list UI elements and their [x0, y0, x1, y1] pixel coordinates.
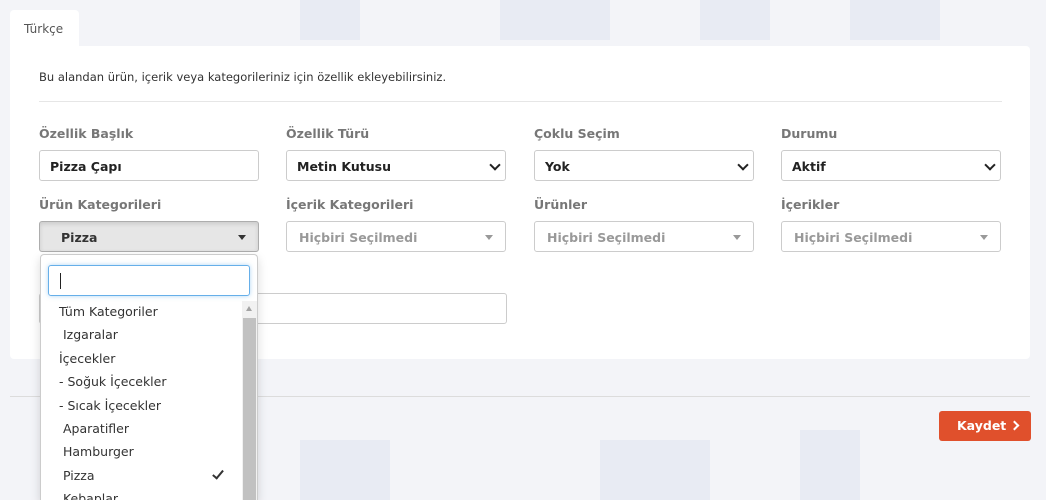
scroll-up-arrow-icon[interactable]: [246, 306, 252, 311]
feature-type-value: Metin Kutusu: [297, 159, 392, 174]
save-button[interactable]: Kaydet: [939, 411, 1031, 441]
dropdown-option-label: - Sıcak İçecekler: [59, 397, 161, 413]
divider: [39, 101, 1002, 102]
feature-type-label: Özellik Türü: [286, 126, 370, 141]
scrollbar-thumb[interactable]: [243, 318, 256, 500]
dropdown-option-label: Izgaralar: [59, 327, 118, 343]
multi-select-label: Çoklu Seçim: [534, 126, 620, 141]
dropdown-option-label: İçecekler: [59, 350, 116, 366]
multi-select-select[interactable]: Yok: [534, 150, 754, 181]
tab-label: Türkçe: [24, 22, 64, 36]
product-categories-value: Pizza: [61, 230, 98, 245]
multi-select-value: Yok: [545, 159, 570, 174]
dropdown-search-input[interactable]: [48, 265, 250, 296]
save-button-label: Kaydet: [957, 418, 1007, 433]
text-cursor: [60, 273, 61, 289]
dropdown-option[interactable]: - Soğuk İçecekler: [41, 371, 241, 394]
dropdown-option-label: - Soğuk İçecekler: [59, 374, 167, 390]
dropdown-option[interactable]: Kebaplar: [41, 488, 241, 500]
chevron-right-icon: [1009, 420, 1020, 431]
dropdown-option[interactable]: Aparatifler: [41, 418, 241, 441]
tab-turkish[interactable]: Türkçe: [10, 10, 79, 46]
product-categories-multiselect[interactable]: Pizza: [39, 221, 259, 252]
products-label: Ürünler: [534, 197, 588, 212]
dropdown-scrollbar[interactable]: [242, 301, 257, 500]
contents-multiselect[interactable]: Hiçbiri Seçilmedi: [781, 221, 1001, 252]
product-categories-dropdown: Tüm Kategoriler Izgaralar İçecekler - Soğu…: [40, 254, 258, 500]
products-value: Hiçbiri Seçilmedi: [547, 230, 666, 245]
feature-type-select[interactable]: Metin Kutusu: [286, 150, 506, 181]
dropdown-option[interactable]: - Sıcak İçecekler: [41, 395, 241, 418]
dropdown-options-list: Tüm Kategoriler Izgaralar İçecekler - Soğu…: [41, 301, 241, 500]
dropdown-option-label: Pizza: [59, 467, 95, 483]
dropdown-option-label: Hamburger: [59, 444, 134, 460]
dropdown-option-label: Kebaplar: [59, 491, 119, 500]
dropdown-option-label: Tüm Kategoriler: [59, 304, 158, 319]
content-categories-value: Hiçbiri Seçilmedi: [299, 230, 418, 245]
dropdown-option[interactable]: İçecekler: [41, 348, 241, 371]
content-categories-multiselect[interactable]: Hiçbiri Seçilmedi: [286, 221, 506, 252]
caret-down-icon: [733, 235, 741, 240]
dropdown-option[interactable]: Izgaralar: [41, 324, 241, 347]
checkmark-icon: [212, 467, 224, 480]
feature-title-input[interactable]: Pizza Çapı: [39, 150, 259, 181]
dropdown-option[interactable]: Hamburger: [41, 441, 241, 464]
dropdown-option[interactable]: Tüm Kategoriler: [41, 301, 241, 324]
products-multiselect[interactable]: Hiçbiri Seçilmedi: [534, 221, 754, 252]
caret-down-icon: [238, 235, 246, 240]
dropdown-option-label: Aparatifler: [59, 420, 129, 436]
contents-label: İçerikler: [781, 197, 840, 212]
status-select[interactable]: Aktif: [781, 150, 1001, 181]
caret-down-icon: [485, 235, 493, 240]
feature-title-label: Özellik Başlık: [39, 126, 134, 141]
contents-value: Hiçbiri Seçilmedi: [794, 230, 913, 245]
caret-down-icon: [980, 235, 988, 240]
status-label: Durumu: [781, 126, 838, 141]
content-categories-label: İçerik Kategorileri: [286, 197, 414, 212]
status-value: Aktif: [792, 159, 826, 174]
form-description: Bu alandan ürün, içerik veya kategoriler…: [39, 70, 447, 84]
dropdown-option[interactable]: Pizza: [41, 465, 241, 488]
product-categories-label: Ürün Kategorileri: [39, 197, 162, 212]
